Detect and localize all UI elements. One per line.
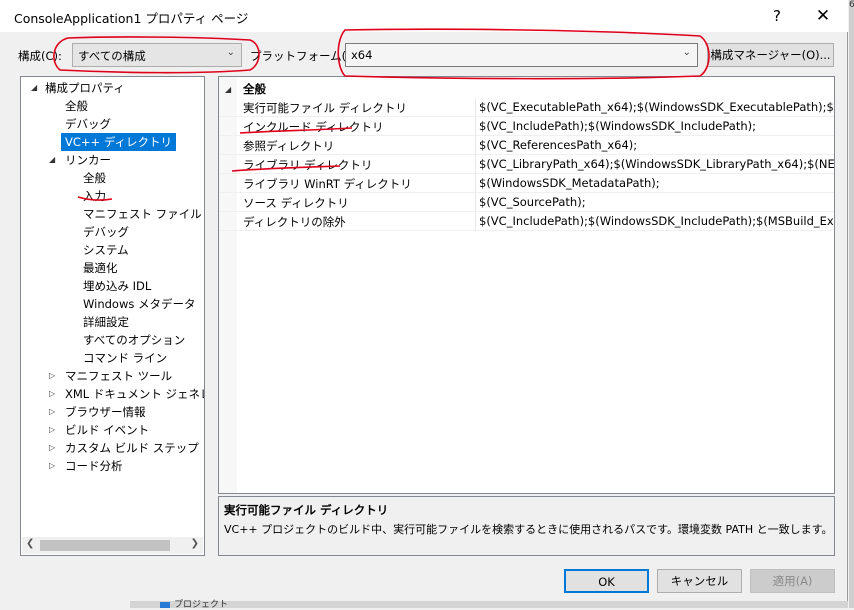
grid-row[interactable]: 参照ディレクトリ $(VC_ReferencesPath_x64);	[219, 136, 834, 155]
cancel-button[interactable]: キャンセル	[657, 569, 742, 593]
tree-item-linker-embedded-idl[interactable]: 埋め込み IDL	[83, 277, 151, 295]
expanded-triangle-icon[interactable]: ◢	[31, 83, 37, 92]
expanded-triangle-icon[interactable]: ◢	[49, 155, 55, 164]
background-window-edge: 64	[849, 0, 854, 608]
tree-item-debugging[interactable]: デバッグ	[65, 115, 111, 133]
tree-item-manifest-tool[interactable]: マニフェスト ツール	[65, 367, 172, 385]
configuration-dropdown[interactable]: すべての構成 ⌄	[72, 43, 242, 67]
collapsed-triangle-icon[interactable]: ▷	[49, 461, 55, 470]
grid-row[interactable]: ライブラリ WinRT ディレクトリ $(WindowsSDK_Metadata…	[219, 174, 834, 193]
tree-item-linker[interactable]: リンカー	[65, 151, 111, 169]
property-name: 参照ディレクトリ	[243, 139, 335, 153]
tree-item-linker-all-options[interactable]: すべてのオプション	[83, 331, 185, 349]
column-divider	[475, 155, 476, 174]
description-text: VC++ プロジェクトのビルド中、実行可能ファイルを検索するときに使用されるパス…	[224, 523, 833, 536]
edge-text: 64	[849, 0, 854, 10]
property-value[interactable]: $(WindowsSDK_MetadataPath);	[479, 176, 660, 190]
tree-item-custom-build-step[interactable]: カスタム ビルド ステップ	[65, 439, 199, 457]
property-value[interactable]: $(VC_IncludePath);$(WindowsSDK_IncludePa…	[479, 119, 756, 133]
collapsed-triangle-icon[interactable]: ▷	[49, 407, 55, 416]
tree-item-linker-windows-metadata[interactable]: Windows メタデータ	[83, 295, 196, 313]
ok-button[interactable]: OK	[564, 569, 649, 593]
column-divider	[475, 117, 476, 136]
close-button[interactable]: ✕	[808, 4, 838, 28]
chevron-down-icon: ⌄	[682, 47, 691, 58]
platform-dropdown[interactable]: x64 ⌄	[345, 43, 698, 67]
property-name: ディレクトリの除外	[243, 215, 346, 229]
help-button[interactable]: ?	[762, 4, 792, 28]
property-name: ライブラリ ディレクトリ	[243, 158, 373, 172]
expanded-triangle-icon[interactable]: ◢	[225, 85, 231, 94]
property-name: インクルード ディレクトリ	[243, 120, 384, 134]
grid-row[interactable]: 実行可能ファイル ディレクトリ $(VC_ExecutablePath_x64)…	[219, 98, 834, 117]
collapsed-triangle-icon[interactable]: ▷	[49, 389, 55, 398]
chevron-down-icon: ⌄	[226, 47, 235, 58]
tree-item-browse-info[interactable]: ブラウザー情報	[65, 403, 146, 421]
property-value[interactable]: $(VC_IncludePath);$(WindowsSDK_IncludePa…	[479, 214, 834, 228]
property-pages-dialog: ConsoleApplication1 プロパティ ページ ? ✕ 構成(C):…	[0, 0, 848, 608]
tree-item-linker-input[interactable]: 入力	[83, 187, 106, 205]
description-panel: 実行可能ファイル ディレクトリ VC++ プロジェクトのビルド中、実行可能ファイ…	[218, 496, 835, 556]
description-title: 実行可能ファイル ディレクトリ	[224, 503, 389, 517]
column-divider	[475, 98, 476, 117]
property-name: ライブラリ WinRT ディレクトリ	[243, 177, 412, 191]
column-divider	[475, 174, 476, 193]
configuration-value: すべての構成	[78, 49, 146, 63]
tree-item-linker-advanced[interactable]: 詳細設定	[83, 313, 129, 331]
tree-item-vc-directories[interactable]: VC++ ディレクトリ	[61, 133, 177, 151]
property-name: 実行可能ファイル ディレクトリ	[243, 101, 407, 115]
property-value[interactable]: $(VC_ExecutablePath_x64);$(WindowsSDK_Ex…	[479, 100, 834, 114]
property-value[interactable]: $(VC_ReferencesPath_x64);	[479, 138, 637, 152]
tree-item-build-events[interactable]: ビルド イベント	[65, 421, 149, 439]
grid-category-general: 全般	[243, 82, 266, 96]
collapsed-triangle-icon[interactable]: ▷	[49, 443, 55, 452]
tree-item-xml-doc-generator[interactable]: XML ドキュメント ジェネレーター	[65, 385, 204, 403]
tree-item-linker-debugging[interactable]: デバッグ	[83, 223, 129, 241]
tree-item-general[interactable]: 全般	[65, 97, 88, 115]
scroll-right-icon[interactable]: ❯	[191, 538, 199, 549]
tree-item-linker-general[interactable]: 全般	[83, 169, 106, 187]
grid-row[interactable]: ソース ディレクトリ $(VC_SourcePath);	[219, 193, 834, 212]
grid-row[interactable]: ディレクトリの除外 $(VC_IncludePath);$(WindowsSDK…	[219, 212, 834, 231]
scrollbar-thumb[interactable]	[40, 540, 170, 551]
background-text: プロジェクト	[174, 600, 229, 610]
property-grid[interactable]: ◢ 全般 実行可能ファイル ディレクトリ $(VC_ExecutablePath…	[218, 76, 835, 494]
project-icon	[160, 602, 170, 608]
grid-row[interactable]: インクルード ディレクトリ $(VC_IncludePath);$(Window…	[219, 117, 834, 136]
property-name: ソース ディレクトリ	[243, 196, 349, 210]
tree-item-code-analysis[interactable]: コード分析	[65, 457, 123, 475]
platform-value: x64	[351, 48, 373, 62]
configuration-label: 構成(C):	[18, 49, 62, 63]
collapsed-triangle-icon[interactable]: ▷	[49, 425, 55, 434]
apply-button[interactable]: 適用(A)	[750, 569, 835, 593]
property-tree[interactable]: ◢ 構成プロパティ 全般 デバッグ VC++ ディレクトリ ◢ リンカー 全般 …	[20, 76, 205, 556]
configuration-manager-button[interactable]: 構成マネージャー(O)...	[707, 43, 834, 67]
property-value[interactable]: $(VC_LibraryPath_x64);$(WindowsSDK_Libra…	[479, 157, 834, 171]
grid-row[interactable]: ライブラリ ディレクトリ $(VC_LibraryPath_x64);$(Win…	[219, 155, 834, 174]
tree-item-config-properties[interactable]: 構成プロパティ	[45, 79, 125, 97]
scroll-left-icon[interactable]: ❮	[26, 538, 34, 549]
column-divider	[475, 136, 476, 155]
background-window-strip: プロジェクト	[130, 600, 848, 610]
column-divider	[475, 193, 476, 212]
column-divider	[475, 212, 476, 231]
property-value[interactable]: $(VC_SourcePath);	[479, 195, 586, 209]
window-title: ConsoleApplication1 プロパティ ページ	[14, 11, 249, 26]
title-bar: ConsoleApplication1 プロパティ ページ ? ✕	[0, 0, 848, 32]
tree-horizontal-scrollbar[interactable]: ❮ ❯	[22, 537, 203, 554]
tree-item-linker-manifest-file[interactable]: マニフェスト ファイル	[83, 205, 202, 223]
tree-item-linker-system[interactable]: システム	[83, 241, 129, 259]
tree-item-linker-optimization[interactable]: 最適化	[83, 259, 118, 277]
collapsed-triangle-icon[interactable]: ▷	[49, 371, 55, 380]
tree-item-linker-command-line[interactable]: コマンド ライン	[83, 349, 167, 367]
